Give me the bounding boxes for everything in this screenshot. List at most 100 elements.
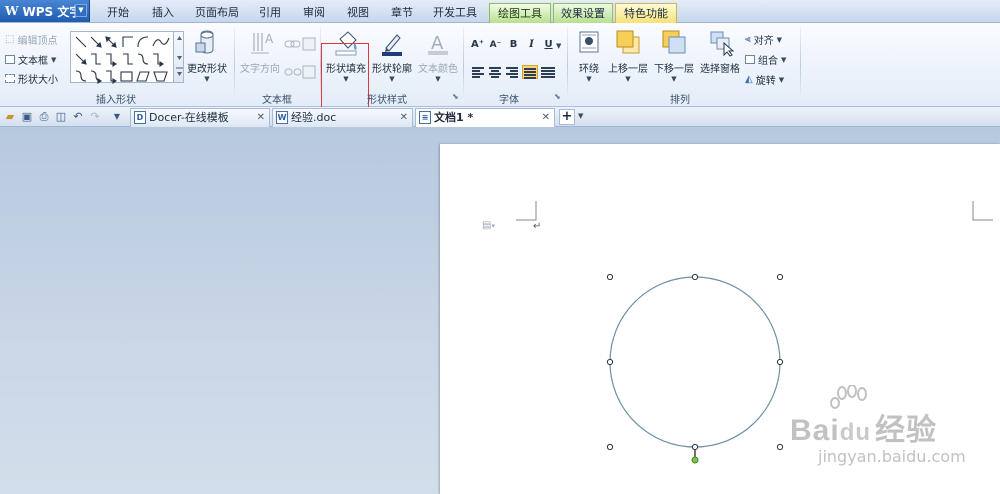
group-button[interactable]: 组合 ▼ <box>745 52 786 67</box>
tab-effect-settings[interactable]: 效果设置 <box>553 3 613 23</box>
customize-toolbar-icon[interactable]: ▼ <box>110 110 124 124</box>
dialog-launcher-icon[interactable]: ⬊ <box>554 92 561 101</box>
crop-mark-right <box>972 201 993 221</box>
watermark-url: jingyan.baidu.com <box>818 447 966 466</box>
rotate-icon: ◭ <box>745 74 753 85</box>
italic-button[interactable]: I <box>524 38 539 52</box>
tab-drawing-tools[interactable]: 绘图工具 <box>489 3 551 23</box>
paste-options-icon[interactable]: ▤▾ <box>482 220 495 231</box>
shape-gallery-icons <box>75 36 170 85</box>
tab-references[interactable]: 引用 <box>250 3 290 23</box>
justify-icon[interactable] <box>522 65 538 79</box>
close-icon[interactable]: ✕ <box>257 109 265 126</box>
ribbon-divider <box>463 27 464 103</box>
rotation-handle[interactable] <box>691 456 699 464</box>
break-link-icon[interactable] <box>284 65 316 82</box>
doc-tab-experience[interactable]: W 经验.doc ✕ <box>272 108 413 127</box>
align-right-icon[interactable] <box>506 66 520 78</box>
text-box-button[interactable]: 文本框 ▼ <box>5 52 56 67</box>
tab-special-features[interactable]: 特色功能 <box>615 3 677 23</box>
chevron-down-icon[interactable]: ▼ <box>578 112 583 120</box>
chevron-down-icon: ▼ <box>625 75 631 83</box>
circle-outline[interactable] <box>609 276 781 448</box>
wrap-text-button[interactable]: 环绕 ▼ <box>572 29 606 83</box>
text-direction-button[interactable]: A 文字方向 <box>238 29 282 75</box>
send-backward-button[interactable]: 下移一层 ▼ <box>652 29 696 83</box>
wps-app-menu-button[interactable]: W WPS 文字 ▼ <box>0 0 90 22</box>
align-left-icon[interactable] <box>472 66 486 78</box>
tab-page-layout[interactable]: 页面布局 <box>190 3 244 23</box>
chevron-down-icon: ▼ <box>51 55 57 64</box>
pen-outline-icon <box>382 34 402 56</box>
tab-developer[interactable]: 开发工具 <box>428 3 482 23</box>
text-direction-icon: A <box>251 32 274 54</box>
edit-vertices-icon: ⬚ <box>5 34 15 45</box>
paragraph-mark-icon: ↵ <box>533 221 542 232</box>
text-color-button[interactable]: A 文本颜色 ▼ <box>416 29 460 83</box>
save-icon[interactable]: ▣ <box>20 110 34 124</box>
send-backward-icon <box>662 30 686 54</box>
group-label-insert-shape: 插入形状 <box>96 95 136 106</box>
shape-size-button[interactable]: 形状大小 <box>5 71 58 86</box>
wps-logo-icon: W <box>5 4 19 18</box>
underline-button[interactable]: U <box>541 38 556 52</box>
chevron-down-icon[interactable]: ▼ <box>556 42 561 50</box>
edit-vertices-button[interactable]: ⬚ 编辑顶点 <box>5 32 57 47</box>
docer-icon: D <box>134 111 146 124</box>
grow-font-button[interactable]: A⁺ <box>470 38 485 52</box>
align-center-icon[interactable] <box>489 66 503 78</box>
shape-gallery[interactable] <box>70 31 184 85</box>
group-label-font: 字体 <box>499 95 519 106</box>
text-color-icon: A <box>428 33 448 55</box>
chevron-down-icon[interactable]: ▼ <box>75 4 87 17</box>
new-tab-button[interactable]: + <box>559 109 575 125</box>
shape-outline-button[interactable]: 形状轮廓 ▼ <box>370 29 414 83</box>
redo-icon[interactable]: ↷ <box>88 110 102 124</box>
bring-forward-button[interactable]: 上移一层 ▼ <box>607 29 649 83</box>
tab-sections[interactable]: 章节 <box>382 3 422 23</box>
rotate-button[interactable]: ◭ 旋转 ▼ <box>745 72 784 87</box>
baidu-brand-text: Baidu 经验 <box>790 414 938 447</box>
circle-shape[interactable] <box>600 264 790 464</box>
undo-icon[interactable]: ↶ <box>71 110 85 124</box>
gallery-scroll-arrows-icon <box>176 36 183 76</box>
crop-mark-left <box>516 201 537 221</box>
shrink-font-button[interactable]: A⁻ <box>488 38 503 52</box>
group-label-textbox: 文本框 <box>262 95 292 106</box>
selection-pane-icon <box>710 31 735 57</box>
gallery-scrollbar[interactable] <box>173 31 184 83</box>
print-icon[interactable]: ⎙ <box>37 110 51 124</box>
align-button[interactable]: ⫷ 对齐 ▼ <box>745 32 782 47</box>
ribbon-divider <box>567 27 568 103</box>
group-objects-icon <box>745 55 755 64</box>
doc-tab-document1[interactable]: ≡ 文档1 * ✕ <box>415 108 555 128</box>
text-box-icon <box>5 55 15 64</box>
change-shape-button[interactable]: 更改形状 ▼ <box>186 29 228 83</box>
tab-insert[interactable]: 插入 <box>143 3 183 23</box>
selection-pane-button[interactable]: 选择窗格 <box>698 29 742 75</box>
create-link-icon[interactable] <box>284 37 316 54</box>
chevron-down-icon: ▼ <box>776 35 783 44</box>
change-shape-icon <box>195 30 214 54</box>
close-icon[interactable]: ✕ <box>400 109 408 126</box>
distributed-icon[interactable] <box>541 66 555 78</box>
align-objects-icon: ⫷ <box>745 34 751 45</box>
tab-home[interactable]: 开始 <box>98 3 138 23</box>
doc-tab-docer[interactable]: D Docer-在线模板 ✕ <box>130 108 270 127</box>
baidu-jingyan-watermark: Baidu 经验 jingyan.baidu.com <box>790 384 990 485</box>
bring-forward-icon <box>616 30 640 54</box>
tab-view[interactable]: 视图 <box>338 3 378 23</box>
group-label-shape-style: 形状样式 <box>367 95 407 106</box>
chevron-down-icon: ▼ <box>671 75 677 83</box>
bold-button[interactable]: B <box>506 38 521 52</box>
app-name: WPS 文字 <box>22 4 82 19</box>
chevron-down-icon: ▼ <box>389 75 395 83</box>
dialog-launcher-icon[interactable]: ⬊ <box>452 92 459 101</box>
open-folder-icon[interactable]: ▰ <box>3 110 17 124</box>
chevron-down-icon: ▼ <box>778 75 785 84</box>
print-preview-icon[interactable]: ◫ <box>54 110 68 124</box>
resize-handles[interactable] <box>606 273 784 451</box>
svg-text:A: A <box>265 32 274 46</box>
tab-review[interactable]: 审阅 <box>294 3 334 23</box>
close-icon[interactable]: ✕ <box>542 109 550 126</box>
